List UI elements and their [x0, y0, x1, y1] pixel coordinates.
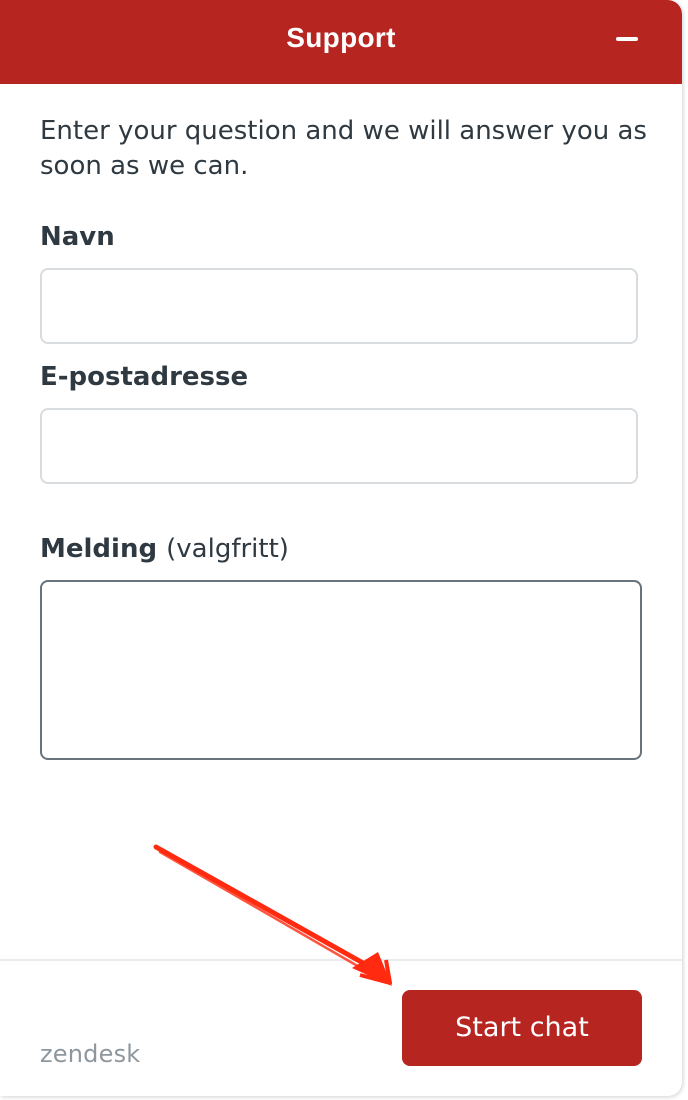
start-chat-button[interactable]: Start chat [402, 990, 642, 1066]
email-input[interactable] [40, 408, 638, 484]
name-input[interactable] [40, 268, 638, 344]
minus-icon [616, 37, 638, 41]
widget-title: Support [286, 22, 396, 53]
support-chat-widget: Support Enter your question and we will … [0, 0, 682, 1096]
intro-text: Enter your question and we will answer y… [40, 116, 647, 181]
email-label: E-postadresse [40, 362, 249, 392]
widget-header: Support [0, 0, 682, 84]
zendesk-logo[interactable]: zendesk [40, 1040, 140, 1068]
minimize-button[interactable] [608, 26, 648, 54]
message-label: Melding [40, 534, 158, 564]
name-label: Navn [40, 222, 115, 252]
message-label-row: Melding (valgfritt) [40, 534, 289, 564]
optional-hint: (valgfritt) [166, 534, 289, 564]
message-textarea[interactable] [40, 580, 642, 760]
footer-divider [0, 959, 682, 961]
